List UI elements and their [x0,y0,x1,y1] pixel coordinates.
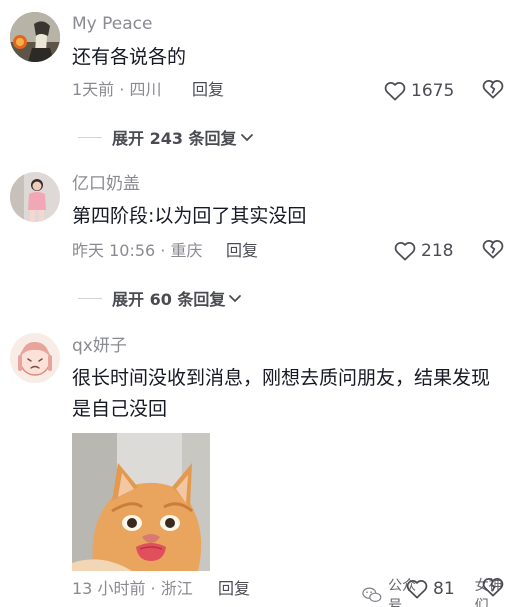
heart-outline-icon [384,82,406,101]
comment-username[interactable]: My Peace [72,13,152,35]
chevron-down-icon [229,295,242,302]
comment-text: 很长时间没收到消息，刚想去质问朋友，结果发现是自己没回 [72,367,491,420]
avatar[interactable] [10,12,60,62]
comment-meta: 13 小时前 · 浙江 [72,579,193,598]
broken-heart-icon [482,240,504,259]
expand-replies-label: 展开 60 条回复 [112,290,226,309]
broken-heart-icon [482,80,504,99]
comment-meta: 昨天 10:56 · 重庆 [72,241,203,260]
comment-image-cat-sticker[interactable] [72,433,210,571]
watermark-text-right: 女神们 [474,578,503,607]
comment-meta: 1天前 · 四川 [72,80,162,99]
dislike-button[interactable] [482,239,506,263]
like-button[interactable]: 218 [394,238,453,264]
like-button[interactable]: 1675 [384,78,454,104]
comment-text: 还有各说各的 [72,46,187,68]
like-count: 218 [421,241,454,261]
dislike-button[interactable] [482,79,506,103]
expand-replies-label: 展开 243 条回复 [112,129,237,148]
reply-button[interactable]: 回复 [218,578,250,600]
heart-outline-icon [394,242,416,261]
comment-username[interactable]: qx妍子 [72,335,127,357]
expand-replies-button[interactable]: 展开 60 条回复 [78,287,242,309]
wechat-icon [362,587,382,602]
chevron-down-icon [240,134,253,141]
expand-replies-button[interactable]: 展开 243 条回复 [78,126,254,148]
divider [78,136,102,138]
reply-button[interactable]: 回复 [226,240,258,262]
avatar[interactable] [10,172,60,222]
comment-text: 第四阶段:以为回了其实没回 [72,205,307,227]
divider [78,297,102,299]
avatar[interactable] [10,333,60,383]
reply-button[interactable]: 回复 [192,79,224,101]
comment-username[interactable]: 亿口奶盖 [72,173,140,195]
like-count: 1675 [411,81,455,101]
watermark: 公众号 女神们 [362,575,513,607]
watermark-text-left: 公众号 [388,578,417,607]
